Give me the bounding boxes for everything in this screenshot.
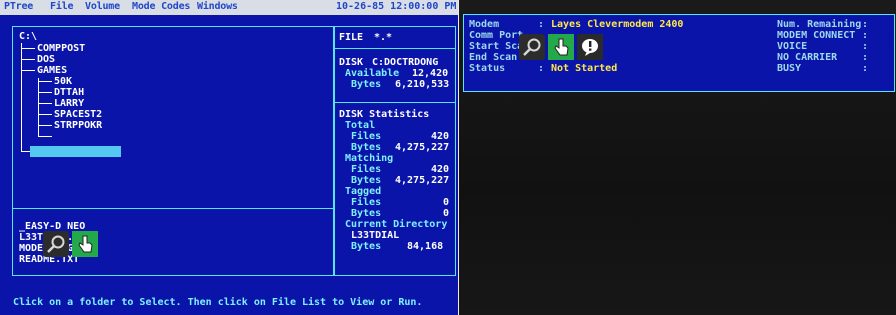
counter-colon: : [862, 41, 869, 52]
tagged-label: Tagged [345, 186, 382, 197]
tagged-files-value: 0 [443, 197, 450, 208]
matching-bytes-value: 4,275,227 [395, 175, 450, 186]
menu-windows[interactable]: Windows [197, 1, 238, 12]
cursor-toolbar-right [519, 34, 603, 60]
tree-root[interactable]: C:\ [19, 31, 37, 42]
comm-port-label: Comm Port [469, 30, 524, 41]
magnifier-icon[interactable] [43, 231, 69, 257]
xtree-screen: PTree File Volume Mode Codes Windows 10-… [0, 0, 459, 315]
total-bytes-label: Bytes [351, 142, 382, 153]
tree-branch-line [38, 103, 52, 104]
folder-games[interactable]: GAMES [37, 65, 67, 76]
folder-larry[interactable]: LARRY [54, 98, 84, 109]
modem-value: Layes Clevermodem 2400 [551, 19, 684, 30]
hand-pointer-icon[interactable] [548, 34, 574, 60]
busy-label: BUSY [777, 63, 802, 74]
bytes-value: 6,210,533 [395, 79, 450, 90]
voice-label: VOICE [777, 41, 808, 52]
counter-colon: : [862, 30, 869, 41]
curdir-label: Current Directory [345, 219, 448, 230]
counter-colon: : [862, 52, 869, 63]
tree-subtrunk-line [38, 78, 39, 137]
hand-pointer-icon[interactable] [72, 231, 98, 257]
bytes-label: Bytes [351, 79, 382, 90]
modem-colon: : [538, 19, 545, 30]
tree-branch-line [38, 92, 52, 93]
stats-title: DISK Statistics [339, 109, 430, 120]
disk-label: DISK [339, 57, 364, 68]
matching-files-value: 420 [431, 164, 450, 175]
modem-label: Modem [469, 19, 500, 30]
total-label: Total [345, 120, 376, 131]
folder-dttah[interactable]: DTTAH [54, 87, 84, 98]
folder-dos[interactable]: DOS [37, 54, 55, 65]
tree-branch-line [21, 48, 35, 49]
available-label: Available [345, 68, 400, 79]
magnifier-icon[interactable] [519, 34, 545, 60]
total-bytes-value: 4,275,227 [395, 142, 450, 153]
tree-branch-line [38, 136, 52, 137]
counter-colon: : [862, 63, 869, 74]
tree-branch-line [38, 81, 52, 82]
curdir-bytes-value: 84,168 [407, 241, 444, 252]
modem-connect-label: MODEM CONNECT [777, 30, 856, 41]
tree-branch-line [21, 151, 30, 152]
cursor-toolbar-left [43, 231, 98, 257]
total-files-label: Files [351, 131, 382, 142]
matching-bytes-label: Bytes [351, 175, 382, 186]
tagged-bytes-value: 0 [443, 208, 450, 219]
menu-bar: PTree File Volume Mode Codes Windows 10-… [0, 0, 459, 15]
tree-divider [12, 208, 334, 209]
status-colon: : [538, 63, 545, 74]
tagged-bytes-label: Bytes [351, 208, 382, 219]
folder-compost[interactable]: COMPPOST [37, 43, 85, 54]
curdir-value: L33TDIAL [351, 230, 400, 241]
clock: 10-26-85 12:00:00 PM [336, 1, 457, 12]
exclamation-bubble-icon[interactable] [577, 34, 603, 60]
tagged-files-label: Files [351, 197, 382, 208]
counter-colon: : [862, 19, 869, 30]
no-carrier-label: NO CARRIER [777, 52, 838, 63]
menu-volume[interactable]: Volume [85, 1, 120, 12]
matching-files-label: Files [351, 164, 382, 175]
status-value: Not Started [551, 63, 618, 74]
tree-branch-line [38, 114, 52, 115]
disk-name: C:DOCTRDONG [372, 57, 439, 68]
folder-strppokr[interactable]: STRPPOKR [54, 120, 102, 131]
num-remaining-label: Num. Remaining [777, 19, 862, 30]
total-files-value: 420 [431, 131, 450, 142]
tree-branch-line [21, 59, 35, 60]
menu-mode-codes[interactable]: Mode Codes [132, 1, 190, 12]
menu-ptree[interactable]: PTree [4, 1, 33, 12]
folder-50k[interactable]: 50K [54, 76, 72, 87]
status-line: Click on a folder to Select. Then click … [13, 297, 423, 308]
tree-branch-line [38, 125, 52, 126]
tree-branch-line [21, 70, 35, 71]
info-divider [334, 48, 456, 49]
available-value: 12,420 [412, 68, 449, 79]
status-label: Status [469, 63, 506, 74]
info-divider [334, 102, 456, 103]
file-label: FILE [339, 32, 364, 43]
folder-spacest2[interactable]: SPACEST2 [54, 109, 102, 120]
end-scan-label: End Scan [469, 52, 518, 63]
folder-l33tdial[interactable]: L33TDIAL [32, 146, 80, 157]
matching-label: Matching [345, 153, 394, 164]
curdir-bytes-label: Bytes [351, 241, 382, 252]
menu-file[interactable]: File [50, 1, 73, 12]
file-mask[interactable]: *.* [374, 32, 392, 43]
